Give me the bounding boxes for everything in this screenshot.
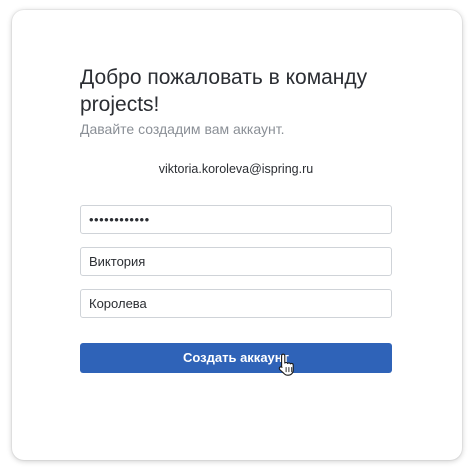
user-email: viktoria.koroleva@ispring.ru: [158, 162, 314, 176]
hand-pointer-icon: [278, 353, 294, 376]
page-subtitle: Давайте создадим вам аккаунт.: [80, 121, 285, 137]
password-field[interactable]: [80, 205, 392, 234]
first-name-field[interactable]: [80, 247, 392, 276]
signup-card: Добро пожаловать в команду projects! Дав…: [12, 10, 462, 460]
create-account-button[interactable]: Создать аккаунт: [80, 343, 392, 373]
page-title: Добро пожаловать в команду projects!: [80, 66, 368, 116]
last-name-field[interactable]: [80, 289, 392, 318]
